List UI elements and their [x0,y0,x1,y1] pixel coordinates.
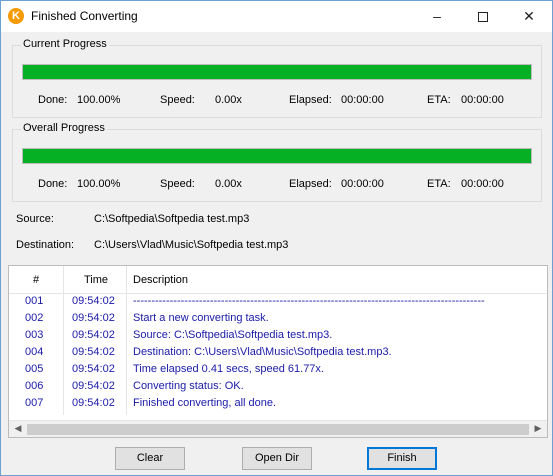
overall-progress-label: Overall Progress [21,122,107,134]
log-row-number: 006 [25,380,44,392]
log-row[interactable]: 004 09:54:02 Destination: C:\Users\Vlad\… [9,344,547,361]
converter-window: K Finished Converting – ✕ Current Progre… [0,0,553,476]
log-row-description: Time elapsed 0.41 secs, speed 61.77x. [133,363,324,375]
overall-progress-bar [22,148,532,164]
overall-elapsed-label: Elapsed: [289,178,332,190]
open-dir-button[interactable]: Open Dir [242,447,312,470]
overall-eta-value: 00:00:00 [461,178,504,190]
log-row[interactable]: 007 09:54:02 Finished converting, all do… [9,395,547,412]
current-progress-fill [23,65,531,79]
log-table-header: # Time Description [9,266,547,294]
column-header-time[interactable]: Time [84,274,108,286]
current-progress-bar [22,64,532,80]
title-bar: K Finished Converting – ✕ [1,1,552,32]
scroll-right-icon[interactable]: ▶ [530,423,546,434]
source-path: C:\Softpedia\Softpedia test.mp3 [94,213,250,225]
log-row-time: 09:54:02 [72,329,115,341]
log-row-time: 09:54:02 [72,312,115,324]
minimize-button[interactable]: – [414,1,460,32]
log-row[interactable]: 003 09:54:02 Source: C:\Softpedia\Softpe… [9,327,547,344]
overall-elapsed-value: 00:00:00 [341,178,384,190]
current-eta-label: ETA: [427,94,451,106]
log-row-description: Destination: C:\Users\Vlad\Music\Softped… [133,346,392,358]
current-eta-value: 00:00:00 [461,94,504,106]
log-row-description: ----------------------------------------… [133,295,485,307]
destination-label: Destination: [16,239,75,251]
clear-button[interactable]: Clear [115,447,185,470]
log-table[interactable]: # Time Description 001 09:54:02 --------… [8,265,548,438]
log-row-number: 002 [25,312,44,324]
log-row-description: Start a new converting task. [133,312,269,324]
log-row-time: 09:54:02 [72,295,115,307]
overall-progress-fill [23,149,531,163]
log-row-description: Finished converting, all done. [133,397,277,409]
maximize-icon [478,12,488,23]
maximize-button[interactable] [460,1,506,32]
scrollbar-thumb[interactable] [27,424,529,435]
log-row-time: 09:54:02 [72,380,115,392]
column-header-number[interactable]: # [33,274,39,286]
log-row[interactable]: 002 09:54:02 Start a new converting task… [9,310,547,327]
log-row-time: 09:54:02 [72,397,115,409]
log-row-time: 09:54:02 [72,363,115,375]
log-row[interactable]: 005 09:54:02 Time elapsed 0.41 secs, spe… [9,361,547,378]
current-speed-label: Speed: [160,94,195,106]
close-button[interactable]: ✕ [506,1,552,32]
overall-speed-label: Speed: [160,178,195,190]
log-row-number: 001 [25,295,44,307]
current-done-value: 100.00% [77,94,121,106]
log-row[interactable]: 001 09:54:02 ---------------------------… [9,293,547,310]
current-progress-group: Current Progress Done: 100.00% Speed: 0.… [12,38,542,118]
destination-path: C:\Users\Vlad\Music\Softpedia test.mp3 [94,239,289,251]
log-row-time: 09:54:02 [72,346,115,358]
overall-done-label: Done: [38,178,68,190]
column-header-description[interactable]: Description [133,274,188,286]
horizontal-scrollbar[interactable]: ◀ ▶ [9,420,547,437]
log-row-number: 003 [25,329,44,341]
overall-progress-group: Overall Progress Done: 100.00% Speed: 0.… [12,122,542,202]
log-row-description: Converting status: OK. [133,380,244,392]
scroll-left-icon[interactable]: ◀ [10,423,26,434]
source-label: Source: [16,213,54,225]
current-elapsed-label: Elapsed: [289,94,332,106]
log-row[interactable]: 006 09:54:02 Converting status: OK. [9,378,547,395]
overall-done-value: 100.00% [77,178,121,190]
window-title: Finished Converting [31,9,138,23]
current-done-label: Done: [38,94,68,106]
finish-button[interactable]: Finish [367,447,437,470]
log-row-number: 005 [25,363,44,375]
overall-eta-label: ETA: [427,178,451,190]
current-progress-label: Current Progress [21,38,109,50]
app-logo-icon: K [8,8,24,24]
log-row-number: 004 [25,346,44,358]
overall-speed-value: 0.00x [215,178,242,190]
log-row-number: 007 [25,397,44,409]
log-row-description: Source: C:\Softpedia\Softpedia test.mp3. [133,329,333,341]
current-elapsed-value: 00:00:00 [341,94,384,106]
current-speed-value: 0.00x [215,94,242,106]
